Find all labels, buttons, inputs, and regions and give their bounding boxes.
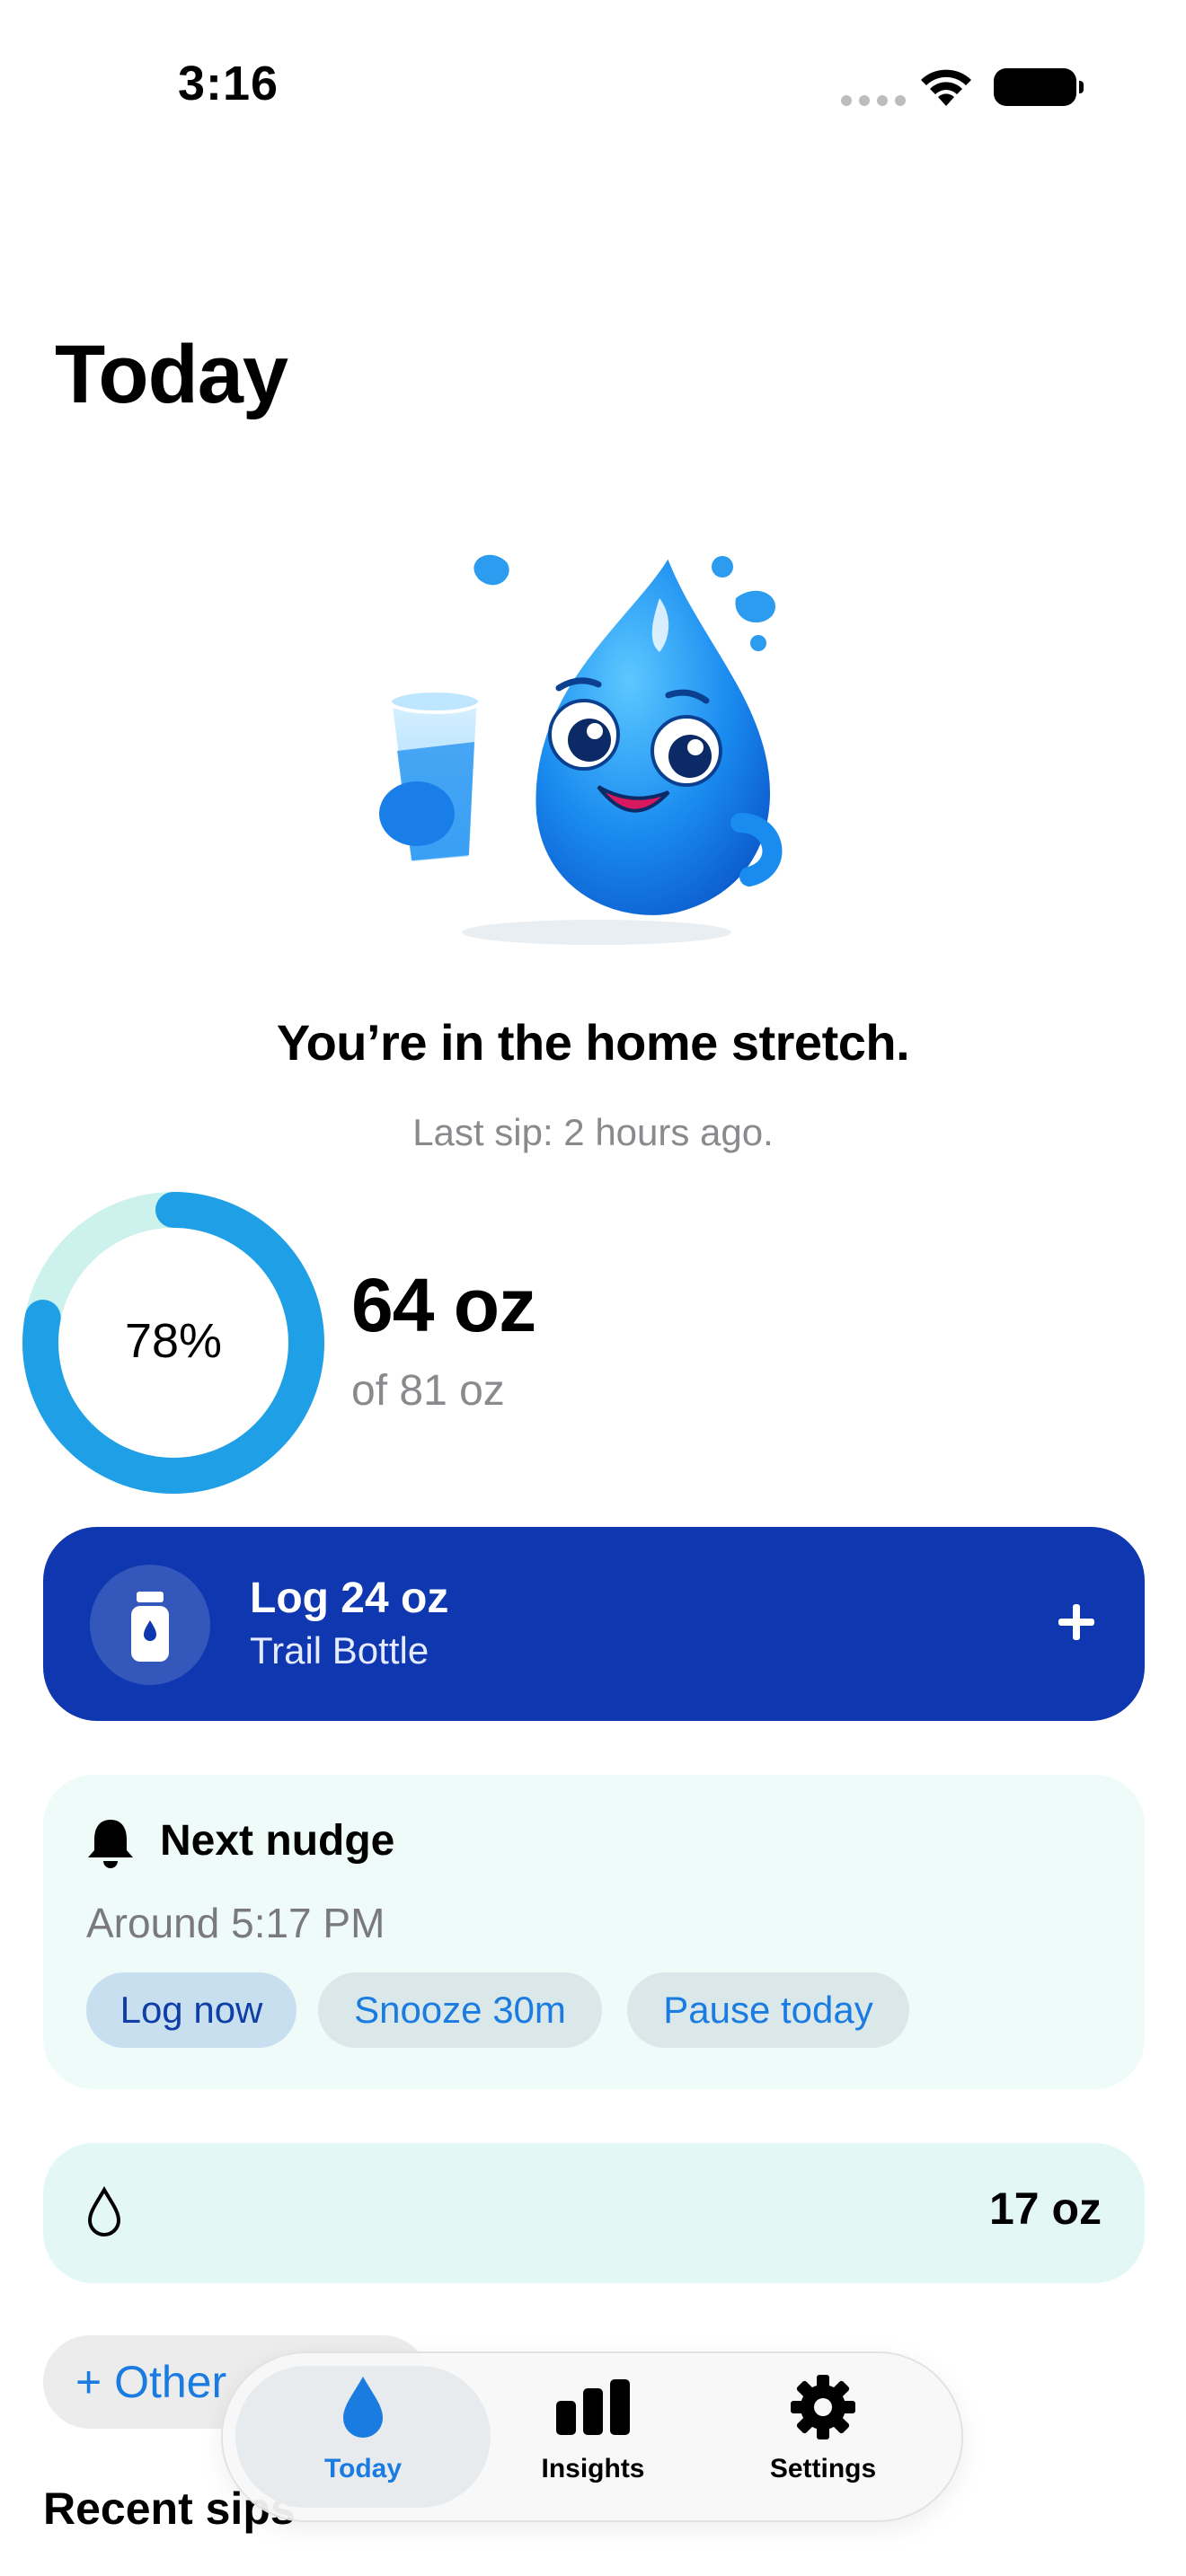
intake-row[interactable]: 17 oz xyxy=(43,2143,1145,2283)
water-drop-icon xyxy=(255,2371,471,2443)
motivation-headline: You’re in the home stretch. xyxy=(276,1014,910,1071)
log-button-title: Log 24 oz xyxy=(250,1575,449,1622)
progress-percent: 78% xyxy=(124,1314,223,1368)
plus-icon xyxy=(1048,1586,1105,1658)
log-now-button[interactable]: Log now xyxy=(86,1972,296,2048)
next-nudge-card: Next nudge Around 5:17 PM Log now Snooze… xyxy=(43,1775,1145,2089)
water-drop-icon xyxy=(86,2185,122,2243)
cellular-signal-icon xyxy=(841,95,906,106)
tab-insights[interactable]: Insights xyxy=(485,2371,701,2506)
intake-amount: 64 oz xyxy=(351,1263,536,1347)
nudge-time: Around 5:17 PM xyxy=(86,1900,385,1946)
daily-goal: of 81 oz xyxy=(351,1367,505,1415)
gear-icon xyxy=(715,2371,931,2443)
bar-chart-icon xyxy=(485,2371,701,2443)
nudge-title: Next nudge xyxy=(160,1817,395,1865)
tab-settings[interactable]: Settings xyxy=(715,2371,931,2506)
page-title: Today xyxy=(55,329,288,420)
bottle-icon xyxy=(90,1565,210,1685)
log-button-subtitle: Trail Bottle xyxy=(250,1629,429,1672)
tab-bar: Today Insights Settings xyxy=(223,2353,961,2520)
tab-today[interactable]: Today xyxy=(255,2371,471,2506)
pause-today-button[interactable]: Pause today xyxy=(627,1972,909,2048)
intake-row-value: 17 oz xyxy=(988,2183,1102,2234)
tab-settings-label: Settings xyxy=(769,2454,877,2483)
wifi-icon xyxy=(918,65,974,112)
last-sip-text: Last sip: 2 hours ago. xyxy=(412,1111,774,1153)
tab-today-label: Today xyxy=(323,2454,403,2483)
bell-icon xyxy=(84,1816,137,1875)
water-drop-mascot-illustration xyxy=(363,526,812,948)
log-bottle-button[interactable]: Log 24 oz Trail Bottle xyxy=(43,1527,1145,1721)
battery-icon xyxy=(994,68,1084,106)
status-time: 3:16 xyxy=(178,57,279,110)
snooze-button[interactable]: Snooze 30m xyxy=(318,1972,602,2048)
tab-insights-label: Insights xyxy=(541,2454,645,2483)
